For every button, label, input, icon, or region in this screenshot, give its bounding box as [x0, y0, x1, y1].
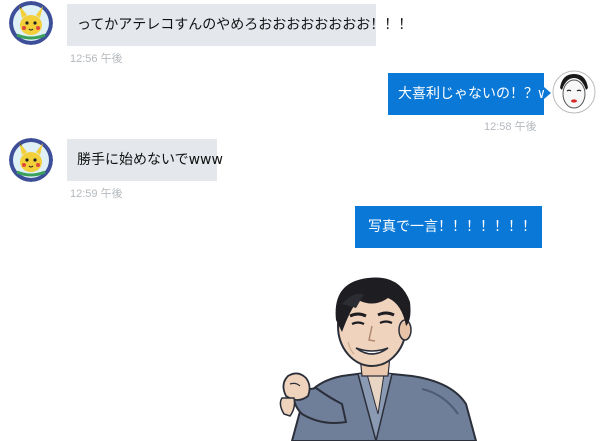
message-bubble-outgoing[interactable]: 写真で一言！！！！！！！ — [355, 206, 542, 248]
message-text: 勝手に始めないでwww — [77, 152, 223, 168]
message-text: 大喜利じゃないの！？w — [398, 86, 550, 102]
white-mask-avatar-icon[interactable] — [552, 70, 596, 114]
pikachu-avatar-icon[interactable] — [9, 138, 53, 182]
pointing-man-sticker[interactable] — [272, 264, 486, 441]
message-text: ってかアテレコすんのやめろおおおおおおおお！！！ — [77, 17, 413, 33]
pikachu-avatar-icon[interactable] — [9, 1, 53, 45]
message-timestamp: 12:59 午後 — [70, 188, 123, 200]
message-timestamp: 12:56 午後 — [70, 53, 123, 65]
message-timestamp: 12:58 午後 — [484, 121, 537, 133]
bubble-tail — [544, 87, 551, 99]
message-text: 写真で一言！！！！！！！ — [368, 219, 536, 235]
message-bubble-incoming[interactable]: ってかアテレコすんのやめろおおおおおおおお！！！ — [67, 4, 412, 46]
message-bubble-incoming[interactable]: 勝手に始めないでwww — [67, 139, 223, 181]
message-bubble-outgoing[interactable]: 大喜利じゃないの！？w — [388, 73, 549, 115]
